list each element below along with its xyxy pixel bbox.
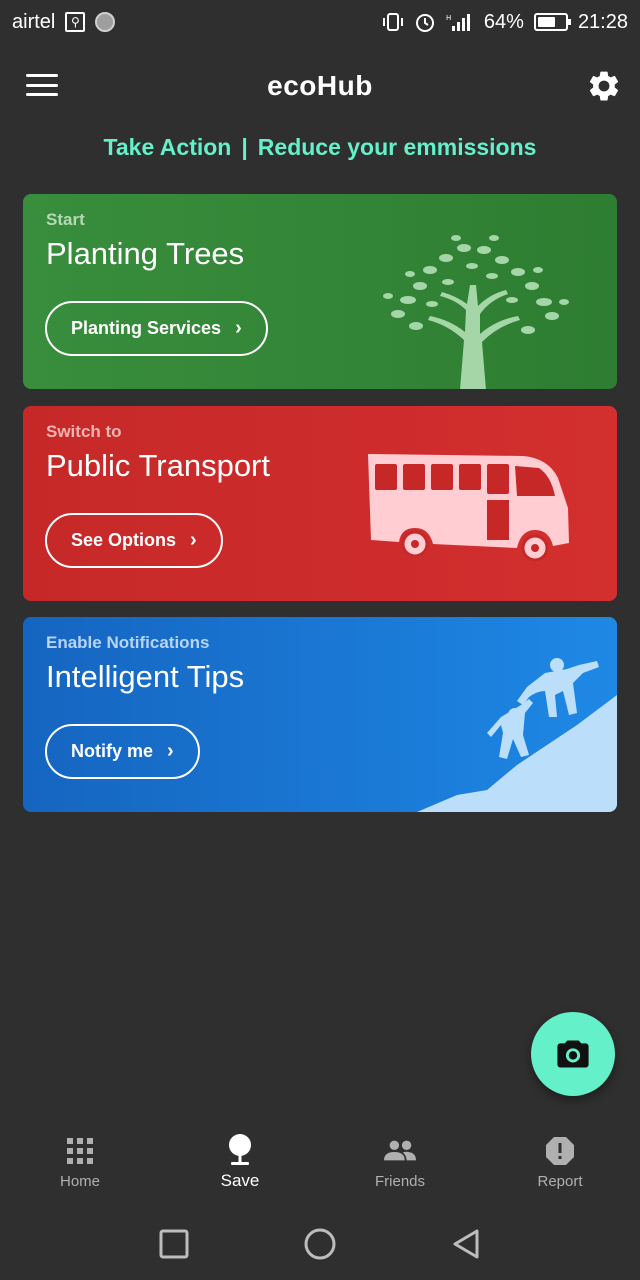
nav-label: Home xyxy=(59,1172,100,1190)
vibrate-icon xyxy=(382,12,404,32)
intelligent-tips-card[interactable]: Enable Notifications Intelligent Tips No… xyxy=(23,617,617,812)
card-eyebrow: Start xyxy=(46,210,85,229)
back-triangle-icon[interactable] xyxy=(448,1226,484,1262)
planting-services-button[interactable]: Planting Services › xyxy=(45,301,268,356)
clock: 21:28 xyxy=(577,10,628,33)
signal-icon: H xyxy=(446,12,474,32)
hamburger-menu-icon[interactable] xyxy=(26,72,58,98)
tree-icon xyxy=(383,235,569,389)
public-transport-card[interactable]: Switch to Public Transport See Options › xyxy=(23,406,617,601)
usb-icon: ⚲ xyxy=(65,12,86,32)
button-label: Planting Services xyxy=(71,318,222,338)
nav-item-friends[interactable]: Friends xyxy=(320,1122,480,1202)
battery-icon xyxy=(533,13,571,31)
system-navigation xyxy=(0,1212,640,1276)
alarm-icon xyxy=(414,11,436,33)
tagline-left: Take Action xyxy=(103,134,232,160)
climbers-helping-icon xyxy=(417,658,617,812)
card-eyebrow: Enable Notifications xyxy=(46,633,210,652)
battery-level-fill xyxy=(537,17,555,27)
button-label: See Options xyxy=(71,530,177,550)
button-label: Notify me xyxy=(71,741,154,761)
tagline-separator: | xyxy=(241,134,248,160)
chevron-right-icon: › xyxy=(190,529,197,551)
nav-item-home[interactable]: Home xyxy=(0,1122,160,1202)
planting-trees-card[interactable]: Start Planting Trees Planting Services › xyxy=(23,194,617,389)
grid-icon xyxy=(64,1135,96,1167)
recents-square-icon[interactable] xyxy=(156,1226,192,1262)
status-right: H 64% 21:28 xyxy=(382,11,628,34)
notification-dot-icon xyxy=(95,12,116,32)
carrier-name: airtel xyxy=(12,10,56,33)
alert-octagon-icon xyxy=(544,1135,576,1167)
gear-icon[interactable] xyxy=(586,68,622,104)
home-circle-icon[interactable] xyxy=(302,1226,338,1262)
card-title: Public Transport xyxy=(46,448,270,483)
nav-label: Report xyxy=(537,1172,583,1190)
notify-me-button[interactable]: Notify me › xyxy=(45,724,200,779)
see-options-button[interactable]: See Options › xyxy=(45,513,223,568)
people-icon xyxy=(384,1135,416,1167)
chevron-right-icon: › xyxy=(167,740,174,762)
camera-icon xyxy=(557,1040,589,1068)
nav-label: Save xyxy=(220,1171,260,1190)
app-bar: ecoHub xyxy=(0,54,640,118)
card-eyebrow: Switch to xyxy=(46,422,122,441)
nav-item-report[interactable]: Report xyxy=(480,1122,640,1202)
card-title: Planting Trees xyxy=(46,236,245,271)
status-left: airtel ⚲ xyxy=(12,10,116,34)
app-title: ecoHub xyxy=(267,70,373,101)
card-title: Intelligent Tips xyxy=(46,659,245,694)
bottom-navigation: Home Save Friends Report xyxy=(0,1122,640,1202)
nav-item-save[interactable]: Save xyxy=(160,1122,320,1202)
status-bar: airtel ⚲ H 64% 21:28 xyxy=(0,0,640,44)
battery-percent: 64% xyxy=(483,10,524,33)
svg-text:H: H xyxy=(446,14,451,22)
nav-label: Friends xyxy=(374,1172,426,1190)
bus-icon xyxy=(368,454,569,562)
camera-fab-button[interactable] xyxy=(531,1012,615,1096)
tagline-right: Reduce your emmissions xyxy=(257,134,537,160)
tree-small-icon xyxy=(224,1133,256,1165)
chevron-right-icon: › xyxy=(235,317,242,339)
tagline: Take Action | Reduce your emmissions xyxy=(0,134,640,161)
